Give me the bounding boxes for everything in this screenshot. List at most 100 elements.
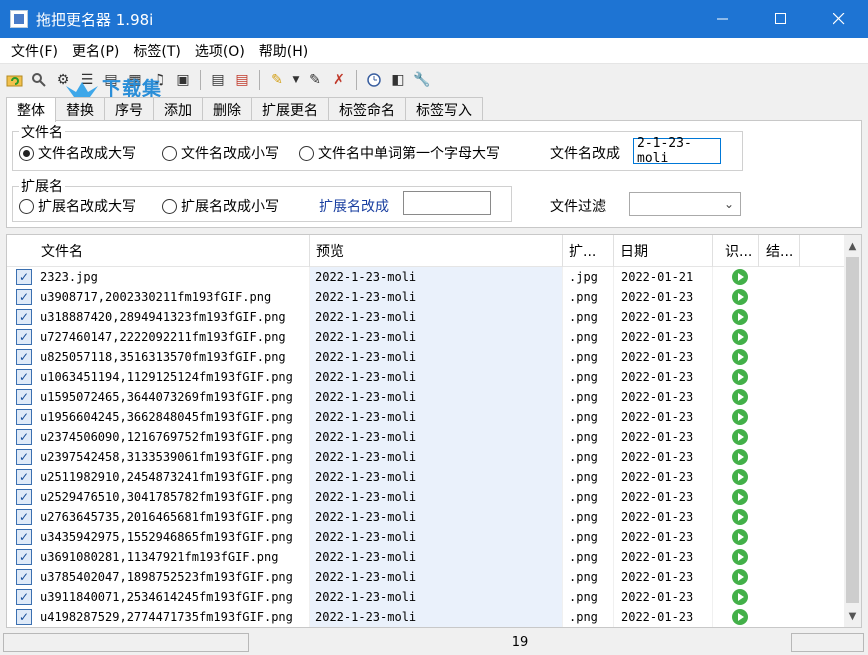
radio-ext-lower[interactable]: 扩展名改成小写 <box>162 196 279 216</box>
cell-date: 2022-01-23 <box>614 367 713 387</box>
tab-overall[interactable]: 整体 <box>6 97 56 122</box>
checkbox[interactable]: ✓ <box>16 609 32 625</box>
table-row[interactable]: ✓ u4198287529,2774471735fm193fGIF.png 2022… <box>7 607 845 627</box>
checkbox[interactable]: ✓ <box>16 509 32 525</box>
tab-tag-naming[interactable]: 标签命名 <box>328 97 406 121</box>
col-header-result[interactable]: 结... <box>760 235 800 267</box>
col-header-ext[interactable]: 扩... <box>563 235 614 267</box>
panel-button[interactable]: ◧ <box>387 69 409 91</box>
checkbox[interactable]: ✓ <box>16 569 32 585</box>
wrench-button[interactable]: 🔧 <box>411 69 433 91</box>
chevron-down-icon: ⌄ <box>723 197 734 211</box>
checkbox[interactable]: ✓ <box>16 329 32 345</box>
ext-rename-input[interactable] <box>403 191 491 215</box>
clock-icon <box>367 73 381 87</box>
table-row[interactable]: ✓ u2374506090,1216769752fm193fGIF.png 2022… <box>7 427 845 447</box>
radio-unselected-icon <box>299 145 314 161</box>
table-row[interactable]: ✓ u3785402047,1898752523fm193fGIF.png 2022… <box>7 567 845 587</box>
status-bar: 19 <box>0 630 868 655</box>
col-header-recog[interactable]: 识... <box>719 235 759 267</box>
checkbox[interactable]: ✓ <box>16 389 32 405</box>
checkbox[interactable]: ✓ <box>16 269 32 285</box>
menu-tags[interactable]: 标签(T) <box>126 41 187 61</box>
music-button[interactable]: ♫ <box>148 69 170 91</box>
refresh-button[interactable] <box>4 69 26 91</box>
tool-button-6[interactable]: ▦ <box>124 69 146 91</box>
tab-replace[interactable]: 替换 <box>55 97 105 121</box>
table-row[interactable]: ✓ u3911840071,2534614245fm193fGIF.png 2022… <box>7 587 845 607</box>
tool-button-3[interactable]: ⚙ <box>52 69 74 91</box>
refresh-folder-icon <box>6 75 23 87</box>
table-row[interactable]: ✓ u318887420,2894941323fm193fGIF.png 2022-… <box>7 307 845 327</box>
scroll-up-icon[interactable]: ▲ <box>844 237 861 255</box>
table-row[interactable]: ✓ u727460147,2222092211fm193fGIF.png 2022-… <box>7 327 845 347</box>
clock-button[interactable] <box>363 69 385 91</box>
table-row[interactable]: ✓ u3691080281,11347921fm193fGIF.png 2022-1… <box>7 547 845 567</box>
checkbox[interactable]: ✓ <box>16 469 32 485</box>
table-row[interactable]: ✓ u2529476510,3041785782fm193fGIF.png 2022… <box>7 487 845 507</box>
table-row[interactable]: ✓ u2763645735,2016465681fm193fGIF.png 2022… <box>7 507 845 527</box>
radio-ext-upper[interactable]: 扩展名改成大写 <box>19 196 136 216</box>
cell-filename: u3785402047,1898752523fm193fGIF.png <box>40 567 310 587</box>
file-filter-select[interactable]: ⌄ <box>629 192 741 216</box>
filename-rename-input[interactable]: 2-1-23-moli <box>633 136 721 166</box>
ok-play-icon <box>732 589 748 605</box>
checkbox[interactable]: ✓ <box>16 529 32 545</box>
tab-ext-rename[interactable]: 扩展更名 <box>251 97 329 121</box>
table-row[interactable]: ✓ 2323.jpg 2022-1-23-moli .jpg 2022-01-21 <box>7 267 845 287</box>
ok-play-icon <box>732 369 748 385</box>
radio-filename-lower[interactable]: 文件名改成小写 <box>162 143 279 163</box>
col-header-preview[interactable]: 预览 <box>310 235 563 267</box>
checkbox[interactable]: ✓ <box>16 369 32 385</box>
dropdown-button[interactable]: ▼ <box>290 69 302 91</box>
checkbox[interactable]: ✓ <box>16 429 32 445</box>
cell-ext: .png <box>563 347 614 367</box>
delete-doc-button[interactable]: ✗ <box>328 69 350 91</box>
menu-help[interactable]: 帮助(H) <box>252 41 315 61</box>
table-row[interactable]: ✓ u1956604245,3662848045fm193fGIF.png 2022… <box>7 407 845 427</box>
checkbox[interactable]: ✓ <box>16 289 32 305</box>
table-row[interactable]: ✓ u3908717,2002330211fm193fGIF.png 2022-1-… <box>7 287 845 307</box>
col-header-date[interactable]: 日期 <box>614 235 713 267</box>
checkbox[interactable]: ✓ <box>16 449 32 465</box>
menu-options[interactable]: 选项(O) <box>188 41 252 61</box>
tab-add[interactable]: 添加 <box>153 97 203 121</box>
image-button[interactable]: ▣ <box>172 69 194 91</box>
menu-rename[interactable]: 更名(P) <box>65 41 126 61</box>
minimize-button[interactable] <box>694 0 752 38</box>
tab-sequence[interactable]: 序号 <box>104 97 154 121</box>
tab-delete[interactable]: 删除 <box>202 97 252 121</box>
cell-ext: .png <box>563 527 614 547</box>
text-button[interactable]: ▤ <box>207 69 229 91</box>
cell-preview: 2022-1-23-moli <box>310 287 563 307</box>
scroll-thumb[interactable] <box>846 257 859 603</box>
checkbox[interactable]: ✓ <box>16 549 32 565</box>
search-button[interactable] <box>28 69 50 91</box>
table-row[interactable]: ✓ u1595072465,3644073269fm193fGIF.png 2022… <box>7 387 845 407</box>
checkbox[interactable]: ✓ <box>16 349 32 365</box>
radio-filename-upper[interactable]: 文件名改成大写 <box>19 143 136 163</box>
checkbox[interactable]: ✓ <box>16 309 32 325</box>
checkbox[interactable]: ✓ <box>16 489 32 505</box>
checkbox[interactable]: ✓ <box>16 409 32 425</box>
radio-filename-capitalize[interactable]: 文件名中单词第一个字母大写 <box>299 143 500 163</box>
edit-button[interactable]: ✎ <box>266 69 288 91</box>
table-row[interactable]: ✓ u2511982910,2454873241fm193fGIF.png 2022… <box>7 467 845 487</box>
vertical-scrollbar[interactable]: ▲ ▼ <box>844 235 861 627</box>
scroll-down-icon[interactable]: ▼ <box>844 607 861 625</box>
maximize-button[interactable] <box>752 0 810 38</box>
table-row[interactable]: ✓ u1063451194,1129125124fm193fGIF.png 2022… <box>7 367 845 387</box>
checkbox[interactable]: ✓ <box>16 589 32 605</box>
text-red-button[interactable]: ▤ <box>231 69 253 91</box>
col-header-filename[interactable]: 文件名 <box>35 235 310 267</box>
tool-button-5[interactable]: ▤ <box>100 69 122 91</box>
edit-doc-button[interactable]: ✎ <box>304 69 326 91</box>
menu-file[interactable]: 文件(F) <box>4 41 65 61</box>
close-button[interactable] <box>810 0 868 38</box>
cell-preview: 2022-1-23-moli <box>310 387 563 407</box>
tool-button-4[interactable]: ☰ <box>76 69 98 91</box>
table-row[interactable]: ✓ u2397542458,3133539061fm193fGIF.png 2022… <box>7 447 845 467</box>
tab-tag-writing[interactable]: 标签写入 <box>405 97 483 121</box>
table-row[interactable]: ✓ u825057118,3516313570fm193fGIF.png 2022-… <box>7 347 845 367</box>
table-row[interactable]: ✓ u3435942975,1552946865fm193fGIF.png 2022… <box>7 527 845 547</box>
